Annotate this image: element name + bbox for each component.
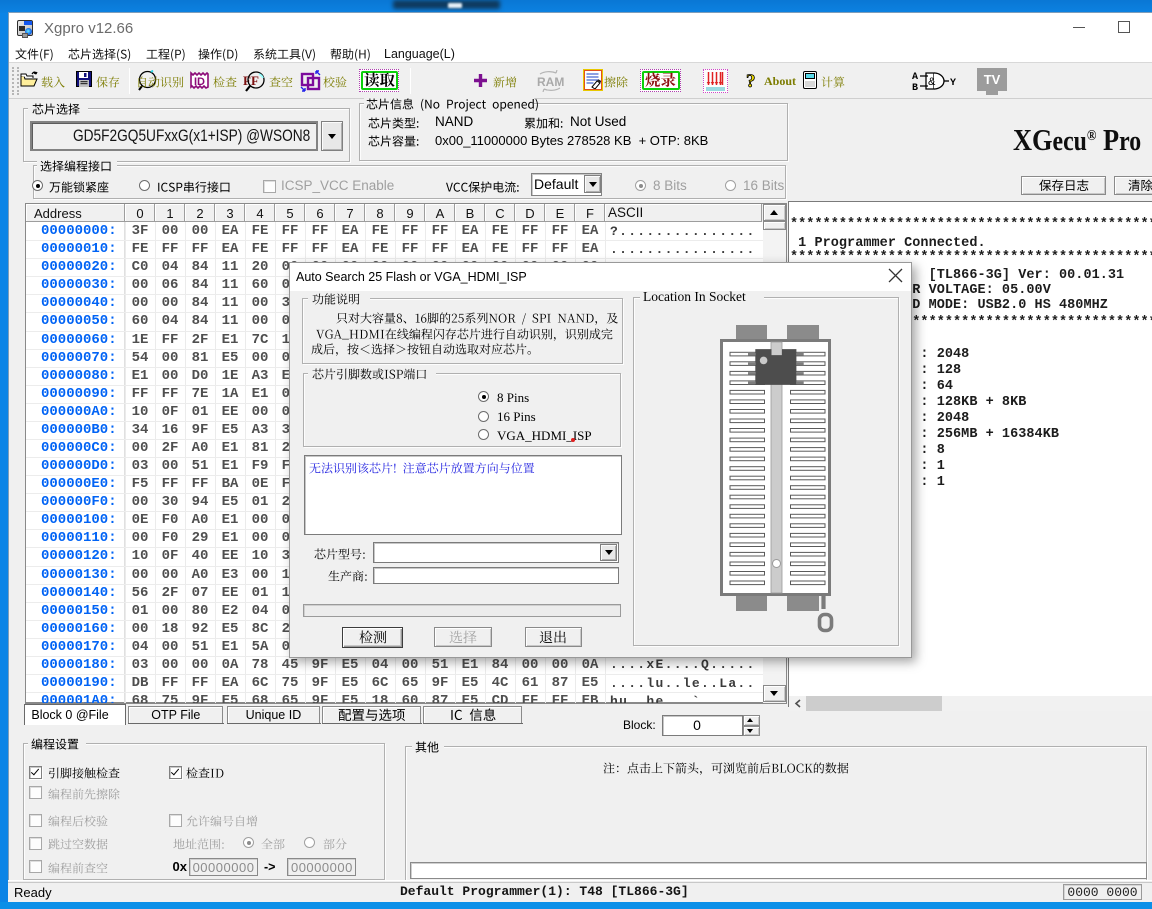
svg-text:ID: ID bbox=[194, 76, 205, 88]
svg-text:RAM: RAM bbox=[537, 75, 564, 89]
svg-text:?: ? bbox=[746, 71, 756, 90]
svg-text:&: & bbox=[928, 76, 936, 88]
svg-text:B: B bbox=[912, 83, 918, 93]
svg-text:A: A bbox=[912, 72, 918, 83]
svg-text:Y: Y bbox=[950, 78, 956, 89]
